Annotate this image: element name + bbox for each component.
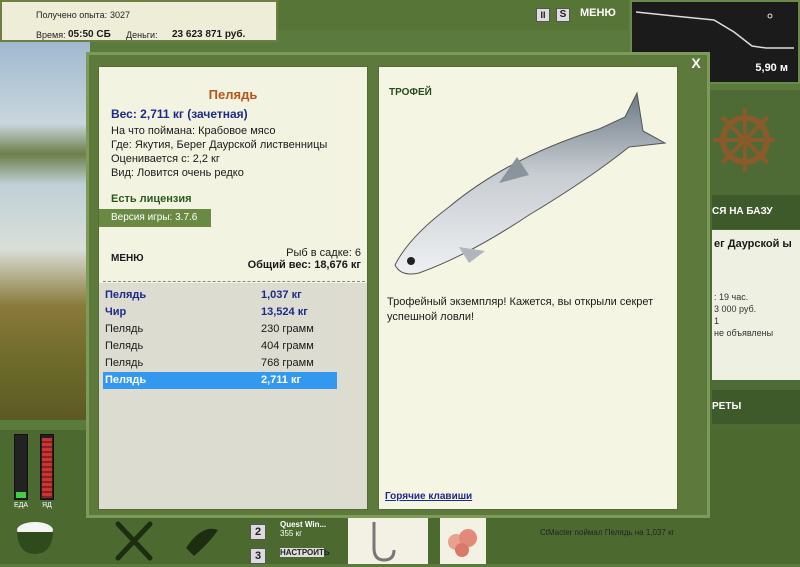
list-item[interactable]: Пелядь 404 грамм [103,338,337,355]
main-menu-button[interactable]: МЕНЮ [580,7,620,23]
slot-3-button[interactable]: 3 [250,548,266,564]
time-label: Время: [36,30,66,40]
exp-label: Получено опыта: [36,10,108,20]
bait-slot[interactable] [440,518,486,564]
trophy-panel: ТРОФЕЙ Трофейный экземпляр! Кажется, вы … [378,66,678,510]
quest-card[interactable]: Quest Win... 355 кг НАСТРОИТЬ [280,520,342,564]
close-button[interactable]: X [688,55,704,71]
quest-name: Quest Win... [280,520,327,529]
info-line: 1 [714,316,720,326]
catch-list: Пелядь 1,037 кг Чир 13,524 кг Пелядь 230 гр… [99,283,367,509]
location-info-panel: ег Даурской ы : 19 час. 3 000 руб. 1 не … [712,230,800,380]
fish-name: Пелядь [208,87,258,102]
setup-button[interactable]: НАСТРОИТЬ [280,548,330,557]
chat-message: CtMacter поймал Пелядь на 1,037 кг [540,528,675,537]
shrimp-icon [448,529,477,557]
cage-count: Рыб в садке: 6 [286,247,361,259]
fish-image [389,87,669,287]
divider [103,281,365,282]
info-line: 3 000 руб. [714,304,757,314]
sound-button[interactable]: S [556,8,570,22]
fish-bait: На что поймана: Крабовое мясо [111,125,276,137]
money-label: Деньги: [126,30,158,40]
list-item-selected[interactable]: Пелядь 2,711 кг [103,372,337,389]
poison-gauge [40,434,54,500]
hook-slot[interactable] [348,518,428,564]
player-stats-bar: Получено опыта: 3027 Время: 05:50 СБ Ден… [0,0,278,42]
location-name: ег Даурской ы [714,238,792,250]
list-item[interactable]: Чир 13,524 кг [103,304,337,321]
game-scene-left [0,40,90,420]
list-item[interactable]: Пелядь 768 грамм [103,355,337,372]
food-label: ЕДА [14,502,29,509]
exp-value: 3027 [110,10,131,20]
poison-label: ЯД [42,502,52,509]
ship-wheel-icon [705,100,777,180]
cage-weight: Общий вес: 18,676 кг [247,259,361,271]
license-status: Есть лицензия [111,193,192,205]
depth-value: 5,90 м [755,62,788,74]
fish-price: Оценивается с: 2,2 кг [111,153,220,165]
list-item[interactable]: Пелядь 1,037 кг [103,287,337,304]
game-version: Версия игры: 3.7.6 [99,209,211,227]
fish-icon[interactable] [180,518,224,562]
trophy-description: Трофейный экземпляр! Кажется, вы открыли… [387,296,654,323]
catch-info-panel: Пелядь Вес: 2,711 кг (зачетная) На что п… [98,66,368,510]
money-value: 23 623 871 руб. [172,29,246,40]
dialog-menu-button[interactable]: МЕНЮ [111,253,144,264]
hook-icon [372,522,396,562]
cage-summary: Рыб в садке: 6 Общий вес: 18,676 кг [248,247,361,271]
secrets-button[interactable]: РЕТЫ [712,390,800,424]
quest-weight: 355 кг [280,529,302,538]
fish-kind: Вид: Ловится очень редко [111,167,244,179]
info-line: : 19 час. [714,292,749,302]
cutlery-icon[interactable] [112,518,156,562]
time-value: 05:50 СБ [68,29,111,40]
food-gauge [14,434,28,500]
top-toolbar [278,0,628,30]
slot-2-button[interactable]: 2 [250,524,266,540]
fish-place: Где: Якутия, Берег Даурской лиственницы [111,139,328,151]
pot-icon[interactable] [10,518,60,558]
hotkeys-link[interactable]: Горячие клавиши [385,491,472,502]
fish-weight: Вес: 2,711 кг (зачетная) [111,107,248,121]
return-to-base-button[interactable]: СЯ НА БАЗУ [712,195,800,229]
pause-button[interactable]: II [536,8,550,22]
info-line: не объявлены [714,328,774,338]
list-item[interactable]: Пелядь 230 грамм [103,321,337,338]
